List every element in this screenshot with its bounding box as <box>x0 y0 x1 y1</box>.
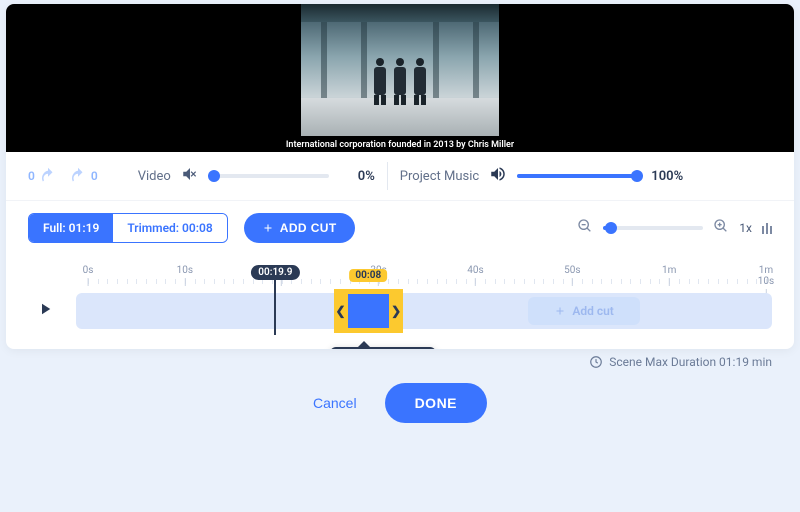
music-volume-label: Project Music <box>400 169 479 184</box>
video-volume-label: Video <box>138 169 171 184</box>
video-volume-slider[interactable] <box>209 174 329 178</box>
plus-icon <box>262 222 274 234</box>
play-button[interactable] <box>28 300 62 322</box>
music-volume-slider[interactable] <box>517 174 637 178</box>
segment-trimmed[interactable]: Trimmed: 00:08 <box>113 214 226 242</box>
sound-icon[interactable] <box>489 165 507 187</box>
segment-full[interactable]: Full: 01:19 <box>29 214 113 242</box>
length-toggle: Full: 01:19 Trimmed: 00:08 <box>28 213 228 243</box>
remove-cut-tooltip[interactable]: Remove cut <box>330 347 437 349</box>
cut-duration: 00:08 <box>349 269 387 282</box>
max-duration-row: Scene Max Duration 01:19 min <box>0 349 800 369</box>
ruler-tick: 40s <box>467 265 483 286</box>
cut-handle-right[interactable]: ❯ <box>389 289 403 333</box>
divider <box>387 162 388 190</box>
trim-row: Full: 01:19 Trimmed: 00:08 ADD CUT 1x <box>6 201 794 255</box>
video-caption: International corporation founded in 201… <box>6 140 794 150</box>
done-button[interactable]: DONE <box>385 383 487 423</box>
zoom-out-icon[interactable] <box>577 218 593 238</box>
timeline-ruler: 0s10s20s30s40s50s1m1m 10s <box>88 265 766 293</box>
add-cut-button[interactable]: ADD CUT <box>244 213 355 243</box>
timeline: 0s10s20s30s40s50s1m1m 10s 00:19.9 00:08 … <box>6 255 794 349</box>
ruler-tick: 1m <box>662 265 676 286</box>
ghost-label: Add cut <box>572 304 614 318</box>
redo-icon <box>69 167 87 185</box>
video-volume-pct: 0% <box>339 169 375 184</box>
zoom-controls: 1x <box>577 218 772 238</box>
clock-icon <box>589 355 603 369</box>
cancel-button[interactable]: Cancel <box>313 395 357 411</box>
undo-count: 0 <box>28 169 35 183</box>
cut-region[interactable]: 00:08 ❮ ❯ <box>334 289 404 333</box>
trim-modal: International corporation founded in 201… <box>6 4 794 349</box>
mute-icon[interactable] <box>181 165 199 187</box>
footer: Cancel DONE <box>0 369 800 429</box>
music-volume-group: Project Music 100% <box>400 165 683 187</box>
controls-row: 0 0 Video 0% Project Music <box>6 152 794 201</box>
zoom-level: 1x <box>739 221 752 235</box>
cut-handle-left[interactable]: ❮ <box>334 289 348 333</box>
video-preview: International corporation founded in 201… <box>6 4 794 152</box>
ruler-tick: 50s <box>564 265 580 286</box>
undo-icon <box>39 167 57 185</box>
music-volume-pct: 100% <box>647 169 683 184</box>
zoom-slider[interactable] <box>603 226 703 230</box>
undo-button[interactable]: 0 <box>28 167 57 185</box>
plus-icon <box>554 305 566 317</box>
max-duration-label: Scene Max Duration 01:19 min <box>609 355 772 369</box>
zoom-in-icon[interactable] <box>713 218 729 238</box>
redo-count: 0 <box>91 169 98 183</box>
timeline-track[interactable]: 00:19.9 00:08 ❮ ❯ Add cut <box>76 293 772 329</box>
ruler-tick: 10s <box>177 265 193 286</box>
playhead-time: 00:19.9 <box>251 265 299 280</box>
zoom-fit-icon[interactable] <box>762 223 772 234</box>
add-cut-label: ADD CUT <box>280 221 337 235</box>
redo-button[interactable]: 0 <box>69 167 98 185</box>
ghost-add-cut[interactable]: Add cut <box>528 297 639 325</box>
playhead[interactable]: 00:19.9 <box>274 267 276 335</box>
ruler-tick: 0s <box>83 265 94 286</box>
video-frame[interactable] <box>301 4 499 136</box>
video-volume-group: Video 0% <box>138 165 375 187</box>
